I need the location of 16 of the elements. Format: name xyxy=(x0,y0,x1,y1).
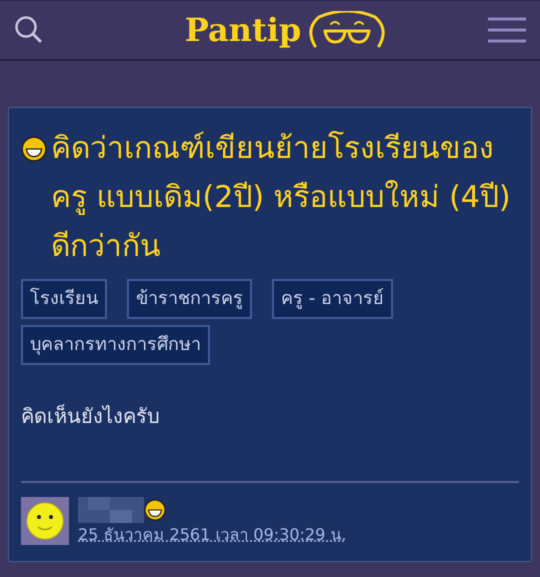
tag-link[interactable]: ครู - อาจารย์ xyxy=(272,279,393,319)
avatar[interactable] xyxy=(21,497,69,545)
search-icon[interactable] xyxy=(14,15,44,45)
menu-icon[interactable] xyxy=(488,17,526,43)
blurred-username-icon xyxy=(78,497,144,523)
tag-link[interactable]: ข้าราชการครู xyxy=(127,279,252,319)
post-date-link[interactable]: 25 ธันวาคม 2561 เวลา 09:30:29 น. xyxy=(78,523,346,547)
grin-emoji-icon xyxy=(21,136,47,162)
grin-emoji-icon xyxy=(144,499,166,521)
topic-body: คิดเห็นยังไงครับ xyxy=(21,403,161,430)
tag-link[interactable]: บุคลากรทางการศึกษา xyxy=(21,325,210,365)
tag-link[interactable]: โรงเรียน xyxy=(21,279,107,319)
smiley-avatar-icon xyxy=(26,502,64,540)
topic-title: คิดว่าเกณฑ์เขียนย้ายโรงเรียนของครู แบบเดิม(2ปี) หรือแบบใหม่ (4ปี) ดีกว่ากัน xyxy=(51,130,512,266)
logo-face-icon[interactable] xyxy=(307,11,388,49)
logo-text[interactable]: Pantip xyxy=(184,14,302,46)
